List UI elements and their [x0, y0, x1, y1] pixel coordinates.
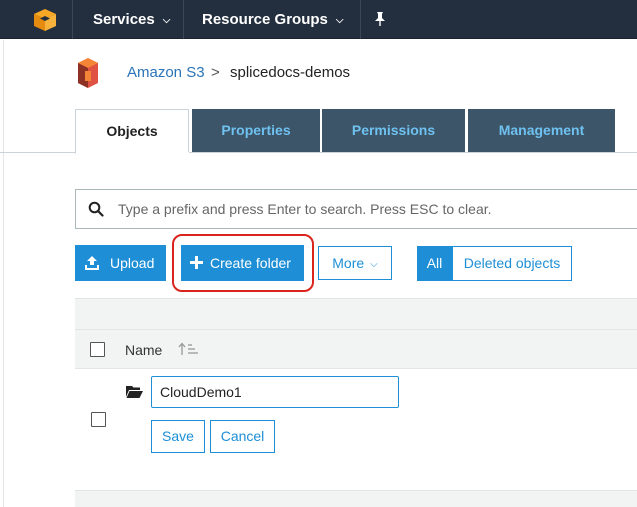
filter-all-button[interactable]: All: [417, 246, 452, 281]
nav-divider: [183, 0, 184, 39]
search-input[interactable]: [118, 190, 637, 228]
services-label: Services: [93, 11, 155, 28]
tab-management[interactable]: Management: [468, 109, 615, 152]
resource-groups-menu[interactable]: Resource Groups ⌵: [202, 0, 343, 39]
tab-objects[interactable]: Objects: [75, 109, 189, 154]
table-footer-band: [75, 490, 637, 507]
filter-deleted-objects-button[interactable]: Deleted objects: [452, 246, 572, 281]
chevron-down-icon: ⌵: [370, 259, 378, 270]
create-folder-label: Create folder: [210, 255, 291, 271]
chevron-down-icon: ⌵: [335, 15, 344, 26]
breadcrumb-separator: >: [211, 64, 220, 81]
save-button[interactable]: Save: [151, 420, 205, 453]
aws-cube-icon[interactable]: [33, 8, 57, 32]
upload-icon: [85, 256, 99, 270]
s3-bucket-icon: [78, 58, 98, 88]
top-navigation-bar: Services ⌵ Resource Groups ⌵: [0, 0, 637, 39]
table-header: Name: [75, 329, 637, 369]
more-actions-button[interactable]: More ⌵: [318, 246, 392, 280]
active-tab-gap: [76, 152, 189, 154]
more-label: More: [332, 255, 365, 271]
nav-divider: [72, 0, 73, 39]
pushpin-icon[interactable]: [372, 11, 388, 27]
breadcrumb-current-bucket: splicedocs-demos: [230, 64, 351, 81]
left-border: [3, 40, 4, 507]
tab-permissions[interactable]: Permissions: [322, 109, 465, 152]
sort-ascending-icon[interactable]: [178, 342, 200, 356]
resource-groups-label: Resource Groups: [202, 11, 328, 28]
upload-button[interactable]: Upload: [75, 245, 166, 281]
create-folder-button[interactable]: Create folder: [181, 245, 304, 281]
row-checkbox[interactable]: [91, 412, 106, 427]
services-menu[interactable]: Services ⌵: [93, 0, 170, 39]
breadcrumb-amazon-s3-link[interactable]: Amazon S3: [127, 64, 205, 81]
folder-name-input[interactable]: [151, 376, 399, 408]
name-column-header[interactable]: Name: [125, 342, 162, 358]
nav-divider: [360, 0, 361, 39]
search-icon: [88, 201, 104, 217]
plus-icon: [190, 256, 203, 269]
folder-open-icon: [126, 386, 143, 398]
prefix-search-box[interactable]: [75, 189, 637, 229]
cancel-button[interactable]: Cancel: [210, 420, 275, 453]
tab-properties[interactable]: Properties: [192, 109, 320, 152]
chevron-down-icon: ⌵: [162, 15, 171, 26]
upload-label: Upload: [110, 255, 155, 271]
table-toolbar-band: [75, 298, 637, 329]
select-all-checkbox[interactable]: [90, 342, 105, 357]
